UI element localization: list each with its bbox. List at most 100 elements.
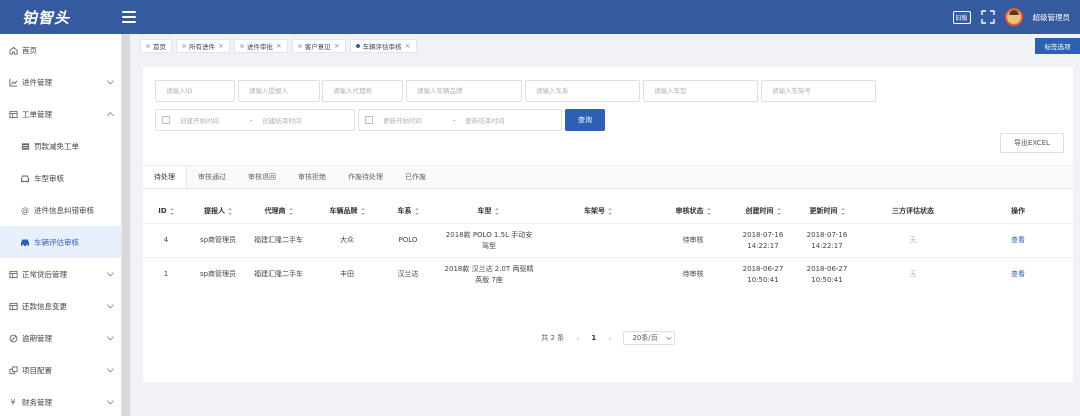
sidebar-item-finance[interactable]: ¥ 财务管理 [0, 386, 121, 416]
page-size-select[interactable]: 20条/页 [623, 331, 675, 345]
tab-all-applications[interactable]: 所有进件 × [176, 39, 230, 53]
page-tabs: 首页 所有进件 × 进件审批 × 客户意见 × 车辆评估审核 × [140, 38, 1080, 54]
table-row: 1 sp商管理员 福建汇隆二手车 丰田 汉兰达 2018款 汉兰达 2.0T 两… [143, 257, 1073, 291]
model-input[interactable] [643, 80, 758, 102]
sidebar-item-project-config[interactable]: 项目配置 [0, 354, 121, 386]
menu-toggle-icon[interactable] [122, 11, 136, 23]
cell-third-party: 无 [909, 236, 917, 245]
close-icon[interactable]: × [334, 42, 340, 50]
tab-voided[interactable]: 已作废 [394, 166, 437, 188]
sort-icon[interactable] [494, 207, 499, 215]
agent-field[interactable] [333, 87, 402, 95]
sort-icon[interactable] [288, 207, 293, 215]
frame-number-input[interactable] [761, 80, 876, 102]
frame-number-field[interactable] [772, 87, 875, 95]
column-header-model[interactable]: 车型 [438, 199, 538, 223]
admin-name[interactable]: 超级管理员 [1033, 12, 1071, 23]
tab-approved[interactable]: 审核通过 [187, 166, 237, 188]
sidebar-item-home[interactable]: 首页 [0, 34, 121, 66]
sidebar-item-penalty-waiver[interactable]: 罚款减免工单 [0, 130, 121, 162]
sidebar-item-applications[interactable]: 进件管理 [0, 66, 121, 98]
column-header-applicant[interactable]: 提报人 [188, 199, 248, 223]
agent-input[interactable] [322, 80, 403, 102]
close-icon[interactable]: × [405, 42, 411, 50]
brand-field[interactable] [417, 87, 521, 95]
cell-updated: 2018-06-27 10:50:41 [806, 264, 848, 284]
close-icon[interactable]: × [276, 42, 282, 50]
chevron-down-icon [106, 365, 115, 373]
column-header-status[interactable]: 审核状态 [658, 199, 728, 223]
series-input[interactable] [525, 80, 640, 102]
sort-icon[interactable] [228, 207, 232, 215]
avatar[interactable] [1004, 8, 1023, 26]
tab-rejected[interactable]: 审核拒绝 [287, 166, 337, 188]
table-header: ID 提报人 代理商 车辆品牌 车系 车型 车架号 审核状态 创建时间 更新时间… [143, 199, 1073, 223]
sort-icon[interactable] [169, 207, 174, 215]
column-header-brand[interactable]: 车辆品牌 [313, 199, 381, 223]
tab-pending[interactable]: 待处理 [143, 166, 187, 188]
sort-icon[interactable] [414, 207, 419, 215]
id-field[interactable] [166, 87, 234, 95]
prev-page-button[interactable]: ‹ [576, 334, 579, 343]
update-start-placeholder: 更新开始时间 [383, 117, 422, 125]
page-number-button[interactable]: 1 [591, 334, 596, 342]
tab-void-pending[interactable]: 作废待处理 [337, 166, 394, 188]
sidebar-item-label: 车辆评估审核 [34, 237, 79, 247]
column-label: 车系 [397, 206, 412, 215]
view-link[interactable]: 查看 [998, 258, 1038, 291]
next-page-button[interactable]: › [608, 334, 611, 343]
sort-icon[interactable] [840, 207, 845, 215]
sort-icon[interactable] [706, 207, 711, 215]
cell-frame [563, 224, 633, 257]
tab-dot-icon [239, 44, 244, 48]
applicant-field[interactable] [249, 87, 319, 95]
column-header-third-party: 三方评估状态 [873, 199, 953, 223]
sidebar-scrollbar[interactable] [122, 34, 130, 416]
sort-icon[interactable] [360, 207, 365, 215]
tab-options-button[interactable]: 标签选项 [1035, 38, 1080, 54]
old-version-button[interactable]: 旧版 [952, 10, 971, 24]
table-row: 4 sp商管理员 福建汇隆二手车 大众 POLO 2018款 POLO 1.5L… [143, 223, 1073, 257]
query-button[interactable]: 查询 [565, 109, 605, 131]
table-icon [8, 301, 18, 311]
series-field[interactable] [536, 87, 639, 95]
cell-id: 1 [163, 270, 169, 279]
sidebar-item-overdue[interactable]: 逾期管理 [0, 322, 121, 354]
sidebar-item-vehicle-evaluation[interactable]: 车辆评估审核 [0, 226, 121, 258]
column-label: 车辆品牌 [329, 206, 358, 215]
column-header-agent[interactable]: 代理商 [251, 199, 306, 223]
sort-icon[interactable] [776, 207, 781, 215]
tab-customer-feedback[interactable]: 客户意见 × [291, 39, 346, 53]
id-input[interactable] [155, 80, 235, 102]
header-actions: 旧版 超级管理员 [952, 0, 1071, 34]
model-field[interactable] [654, 87, 757, 95]
fullscreen-icon[interactable] [980, 10, 995, 24]
tab-returned[interactable]: 审核退回 [237, 166, 287, 188]
chart-icon [8, 77, 18, 87]
sidebar-item-label: 车型审核 [34, 173, 64, 183]
column-header-series[interactable]: 车系 [383, 199, 433, 223]
sidebar-item-post-loan[interactable]: 正常贷后管理 [0, 258, 121, 290]
export-excel-button[interactable]: 导出EXCEL [1000, 133, 1064, 153]
tab-home[interactable]: 首页 [140, 39, 172, 53]
create-time-range[interactable]: 创建开始时间 - 创建结束时间 [155, 109, 355, 131]
view-link[interactable]: 查看 [998, 224, 1038, 257]
tab-application-approval[interactable]: 进件审批 × [233, 39, 288, 53]
sidebar-item-repayment-change[interactable]: 还款信息变更 [0, 290, 121, 322]
calendar-icon [162, 116, 170, 124]
tab-vehicle-evaluation[interactable]: 车辆评估审核 × [349, 39, 417, 53]
column-header-id[interactable]: ID [149, 199, 183, 223]
sidebar-item-tickets[interactable]: 工单管理 [0, 98, 121, 130]
sidebar-item-correction-review[interactable]: @ 进件信息纠错审核 [0, 194, 121, 226]
close-icon[interactable]: × [218, 42, 224, 50]
sort-icon[interactable] [608, 207, 612, 215]
column-header-updated[interactable]: 更新时间 [795, 199, 859, 223]
update-time-range[interactable]: 更新开始时间 - 更新结束时间 [358, 109, 562, 131]
sidebar-item-model-review[interactable]: 车型审核 [0, 162, 121, 194]
applicant-input[interactable] [238, 80, 320, 102]
chevron-down-icon [106, 333, 115, 341]
yen-icon: ¥ [10, 397, 16, 407]
column-header-frame[interactable]: 车架号 [563, 199, 633, 223]
brand-input[interactable] [406, 80, 522, 102]
column-header-created[interactable]: 创建时间 [731, 199, 795, 223]
